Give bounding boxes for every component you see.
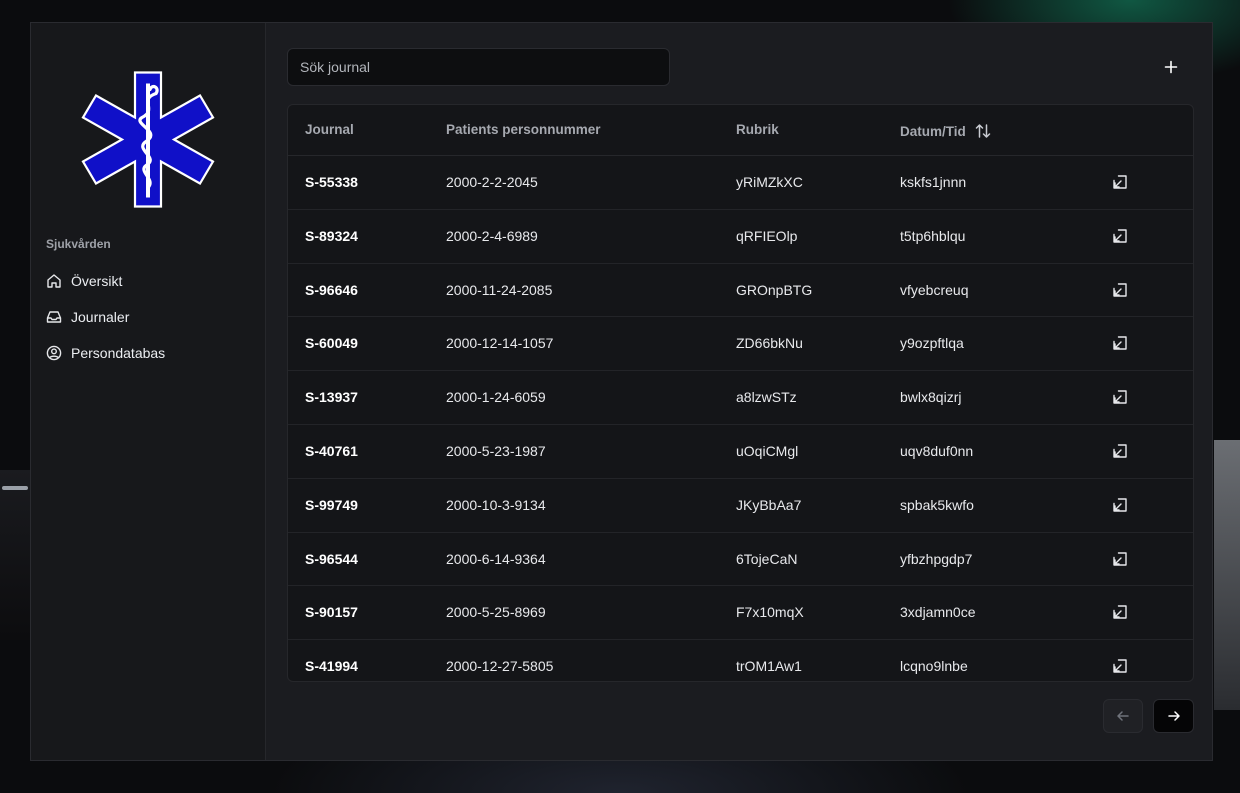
cell-journal: S-41994: [305, 658, 358, 675]
search-input[interactable]: [287, 48, 670, 86]
cell-datum: spbak5kwfo: [900, 496, 974, 513]
cell-personnummer: 2000-2-2-2045: [446, 174, 538, 190]
open-journal-icon[interactable]: [1112, 228, 1128, 244]
column-header-rubrik: Rubrik: [736, 122, 779, 137]
cell-rubrik: qRFIEOlp: [736, 227, 798, 244]
cell-journal: S-60049: [305, 335, 358, 352]
cell-personnummer: 2000-6-14-9364: [446, 550, 546, 567]
cell-journal: S-40761: [305, 442, 358, 459]
sidebar: Sjukvården Översikt Journaler Persondata…: [31, 23, 266, 760]
cell-datum: 3xdjamn0ce: [900, 604, 976, 621]
sidebar-item-journaler[interactable]: Journaler: [46, 299, 165, 335]
cell-rubrik: uOqiCMgl: [736, 442, 799, 459]
previous-page-button[interactable]: [1103, 699, 1143, 733]
table-header: Journal Patients personnummer Rubrik Dat…: [288, 105, 1193, 156]
cell-rubrik: a8lzwSTz: [736, 389, 797, 406]
open-journal-icon[interactable]: [1112, 174, 1128, 190]
cell-personnummer: 2000-12-14-1057: [446, 335, 554, 352]
cell-datum: t5tp6hblqu: [900, 227, 966, 244]
cell-journal: S-55338: [305, 174, 358, 190]
sidebar-item-label: Översikt: [71, 273, 123, 289]
cell-journal: S-13937: [305, 389, 358, 406]
plus-icon: [1164, 60, 1178, 74]
cell-journal: S-96544: [305, 550, 358, 567]
journal-table: Journal Patients personnummer Rubrik Dat…: [287, 104, 1194, 682]
section-title: Sjukvården: [46, 237, 111, 251]
cell-personnummer: 2000-5-25-8969: [446, 604, 546, 621]
cell-rubrik: yRiMZkXC: [736, 174, 803, 190]
column-header-datum-label: Datum/Tid: [900, 123, 966, 139]
cell-datum: yfbzhpgdp7: [900, 550, 973, 567]
app-window: Sjukvården Översikt Journaler Persondata…: [30, 22, 1213, 761]
add-journal-button[interactable]: [1159, 55, 1183, 79]
cell-personnummer: 2000-10-3-9134: [446, 496, 546, 513]
arrow-right-icon: [1167, 711, 1180, 721]
background-building-right: [1214, 440, 1240, 710]
open-journal-icon[interactable]: [1112, 658, 1128, 674]
cell-datum: vfyebcreuq: [900, 281, 969, 298]
inbox-icon: [46, 309, 62, 325]
cell-rubrik: JKyBbAa7: [736, 496, 802, 513]
open-journal-icon[interactable]: [1112, 335, 1128, 351]
next-page-button[interactable]: [1153, 699, 1194, 733]
main-content: Journal Patients personnummer Rubrik Dat…: [266, 23, 1212, 760]
cell-journal: S-96646: [305, 281, 358, 298]
home-icon: [46, 273, 62, 289]
table-row: S-60049 2000-12-14-1057 ZD66bkNu y9ozpftlqa: [288, 317, 1193, 372]
sort-icon[interactable]: [974, 122, 992, 140]
table-row: S-40761 2000-5-23-1987 uOqiCMgl uqv8duf0nn: [288, 425, 1193, 479]
cell-datum: uqv8duf0nn: [900, 442, 974, 459]
sidebar-item-label: Journaler: [71, 309, 130, 325]
cell-personnummer: 2000-1-24-6059: [446, 389, 546, 406]
cell-journal: S-89324: [305, 227, 358, 244]
cell-datum: y9ozpftlqa: [900, 335, 964, 352]
user-circle-icon: [46, 345, 62, 361]
open-journal-icon[interactable]: [1112, 389, 1128, 405]
column-header-datum: Datum/Tid: [900, 122, 992, 140]
table-row: S-13937 2000-1-24-6059 a8lzwSTz bwlx8qizrj: [288, 371, 1193, 425]
sidebar-item-persondatabas[interactable]: Persondatabas: [46, 335, 165, 371]
table-row: S-89324 2000-2-4-6989 qRFIEOlp t5tp6hblqu: [288, 210, 1193, 264]
cell-datum: lcqno9lnbe: [900, 658, 968, 675]
table-row: S-99749 2000-10-3-9134 JKyBbAa7 spbak5kwfo: [288, 479, 1193, 533]
table-row: S-96544 2000-6-14-9364 6TojeCaN yfbzhpgdp7: [288, 533, 1193, 587]
cell-personnummer: 2000-12-27-5805: [446, 658, 554, 675]
cell-datum: kskfs1jnnn: [900, 174, 967, 190]
sidebar-item-oversikt[interactable]: Översikt: [46, 263, 165, 299]
cell-rubrik: ZD66bkNu: [736, 335, 803, 352]
cell-rubrik: GROnpBTG: [736, 281, 813, 298]
column-header-journal: Journal: [305, 122, 354, 137]
cell-journal: S-99749: [305, 496, 358, 513]
open-journal-icon[interactable]: [1112, 282, 1128, 298]
cell-datum: bwlx8qizrj: [900, 389, 962, 406]
cell-rubrik: trOM1Aw1: [736, 658, 802, 675]
cell-rubrik: F7x10mqX: [736, 604, 804, 621]
arrow-left-icon: [1117, 711, 1129, 721]
sidebar-nav: Översikt Journaler Persondatabas: [46, 263, 165, 371]
open-journal-icon[interactable]: [1112, 604, 1128, 620]
cell-personnummer: 2000-2-4-6989: [446, 227, 538, 244]
table-body: S-55338 2000-2-2-2045 yRiMZkXC kskfs1jnnn S-…: [288, 156, 1193, 681]
table-row: S-55338 2000-2-2-2045 yRiMZkXC kskfs1jnnn: [288, 156, 1193, 210]
open-journal-icon[interactable]: [1112, 551, 1128, 567]
star-of-life-logo: [81, 71, 215, 208]
background-streetlight-left: [0, 470, 30, 640]
table-row: S-90157 2000-5-25-8969 F7x10mqX 3xdjamn0ce: [288, 586, 1193, 641]
open-journal-icon[interactable]: [1112, 497, 1128, 513]
cell-personnummer: 2000-5-23-1987: [446, 442, 546, 459]
cell-personnummer: 2000-11-24-2085: [446, 281, 553, 298]
cell-journal: S-90157: [305, 604, 358, 621]
table-row: S-96646 2000-11-24-2085 GROnpBTG vfyebcreuq: [288, 264, 1193, 318]
column-header-personnummer: Patients personnummer: [446, 122, 601, 137]
table-row: S-41994 2000-12-27-5805 trOM1Aw1 lcqno9lnbe: [288, 640, 1193, 681]
sidebar-item-label: Persondatabas: [71, 345, 166, 361]
open-journal-icon[interactable]: [1112, 443, 1128, 459]
cell-rubrik: 6TojeCaN: [736, 550, 798, 567]
